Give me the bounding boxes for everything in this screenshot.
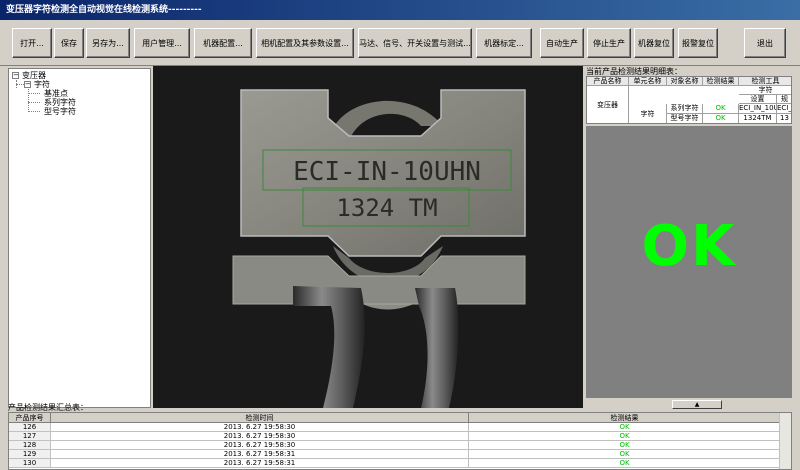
tree-item-character[interactable]: 字符 — [34, 80, 50, 89]
summary-row-result: OK — [469, 423, 781, 432]
summary-row-id: 128 — [9, 441, 51, 450]
detail-setting-cell: 1324TM — [739, 114, 777, 123]
series-char-text: ECI-IN-10UHN — [293, 157, 481, 187]
summary-row-result: OK — [469, 450, 781, 459]
summary-row-id: 130 — [9, 459, 51, 468]
summary-row-id: 126 — [9, 423, 51, 432]
machine-reset-button[interactable]: 机器复位 — [634, 28, 674, 58]
summary-row-result: OK — [469, 459, 781, 468]
open-button[interactable]: 打开... — [12, 28, 52, 58]
detail-object-cell: 型号字符 — [667, 114, 703, 123]
result-status-panel: OK — [586, 126, 792, 398]
tree-expand-root-icon[interactable]: − — [12, 72, 19, 79]
detail-header-result: 检测结果 — [703, 77, 739, 86]
exit-button[interactable]: 退出 — [744, 28, 786, 58]
detail-result-cell: OK — [703, 104, 739, 114]
toolbar: 打开... 保存 另存为... 用户管理... 机器配置... 相机配置及其参数… — [0, 20, 800, 66]
summary-row-time: 2013. 6.27 19:58:30 — [51, 432, 469, 441]
summary-row-time: 2013. 6.27 19:58:30 — [51, 423, 469, 432]
summary-header-id: 产品序号 — [9, 413, 51, 423]
alarm-reset-button[interactable]: 报警复位 — [678, 28, 718, 58]
tree-line — [28, 111, 40, 112]
transformer-image: ECI-IN-10UHN 1324 TM — [232, 89, 526, 408]
detail-object-cell: 系列字符 — [667, 104, 703, 114]
tree-line — [28, 102, 40, 103]
save-as-button[interactable]: 另存为... — [86, 28, 130, 58]
detail-tool-sub1: 字符 — [739, 86, 791, 95]
save-button[interactable]: 保存 — [54, 28, 84, 58]
summary-row-result: OK — [469, 441, 781, 450]
tree-line — [16, 84, 24, 85]
object-tree: − 变压器 − 字符 基准点 系列字符 型号字符 — [8, 68, 151, 408]
tree-item-model-char[interactable]: 型号字符 — [44, 107, 76, 116]
tree-line — [28, 93, 40, 94]
summary-row-id: 129 — [9, 450, 51, 459]
detail-header-object: 对象名称 — [667, 77, 703, 86]
detail-header-tool: 检测工具 — [739, 77, 791, 86]
detail-unit-cell: 字符 — [629, 104, 667, 123]
detail-result-cell: OK — [703, 114, 739, 123]
camera-config-button[interactable]: 相机配置及其参数设置... — [256, 28, 354, 58]
detail-setting-cell: ECI_IN_10UH — [739, 104, 777, 114]
tree-expand-char-icon[interactable]: − — [24, 81, 31, 88]
tree-item-series-char[interactable]: 系列字符 — [44, 98, 76, 107]
detail-product-cell: 变压器 — [587, 86, 629, 123]
detail-header-product: 产品名称 — [587, 77, 629, 86]
stop-production-button[interactable]: 停止生产 — [587, 28, 631, 58]
summary-header-result: 检测结果 — [469, 413, 781, 423]
summary-row-time: 2013. 6.27 19:58:31 — [51, 459, 469, 468]
detail-header-unit: 单元名称 — [629, 77, 667, 86]
summary-header-time: 检测时间 — [51, 413, 469, 423]
summary-row-time: 2013. 6.27 19:58:31 — [51, 450, 469, 459]
summary-row-time: 2013. 6.27 19:58:30 — [51, 441, 469, 450]
machine-config-button[interactable]: 机器配置... — [194, 28, 252, 58]
summary-row-id: 127 — [9, 432, 51, 441]
auto-production-button[interactable]: 自动生产 — [540, 28, 584, 58]
result-status-text: OK — [641, 214, 737, 279]
user-management-button[interactable]: 用户管理... — [134, 28, 190, 58]
machine-calibration-button[interactable]: 机器标定... — [476, 28, 532, 58]
tree-item-transformer[interactable]: 变压器 — [22, 71, 46, 80]
tree-item-reference-point[interactable]: 基准点 — [44, 89, 68, 98]
summary-table[interactable]: 产品序号 检测时间 检测结果 126 2013. 6.27 19:58:30 O… — [8, 412, 792, 470]
camera-image-view[interactable]: ECI-IN-10UHN 1324 TM — [153, 66, 583, 408]
detail-table[interactable]: 产品名称 单元名称 对象名称 检测结果 检测工具 字符 设置 规 变压器 字符 … — [586, 76, 792, 124]
panel-collapse-arrow-icon[interactable]: ▲ — [672, 400, 722, 409]
detail-extra-cell: 13 — [777, 114, 791, 123]
window-title: 变压器字符检测全自动视觉在线检测系统--------- — [0, 0, 800, 20]
detail-tool-sub2: 设置 — [739, 95, 777, 104]
motor-signal-switch-button[interactable]: 马达、信号、开关设置与测试... — [358, 28, 472, 58]
summary-row-result: OK — [469, 432, 781, 441]
model-char-text: 1324 TM — [336, 194, 437, 222]
detail-extra-cell: ECI_I — [777, 104, 792, 114]
summary-scrollbar[interactable] — [779, 413, 791, 469]
detail-tool-sub3: 规 — [777, 95, 791, 104]
